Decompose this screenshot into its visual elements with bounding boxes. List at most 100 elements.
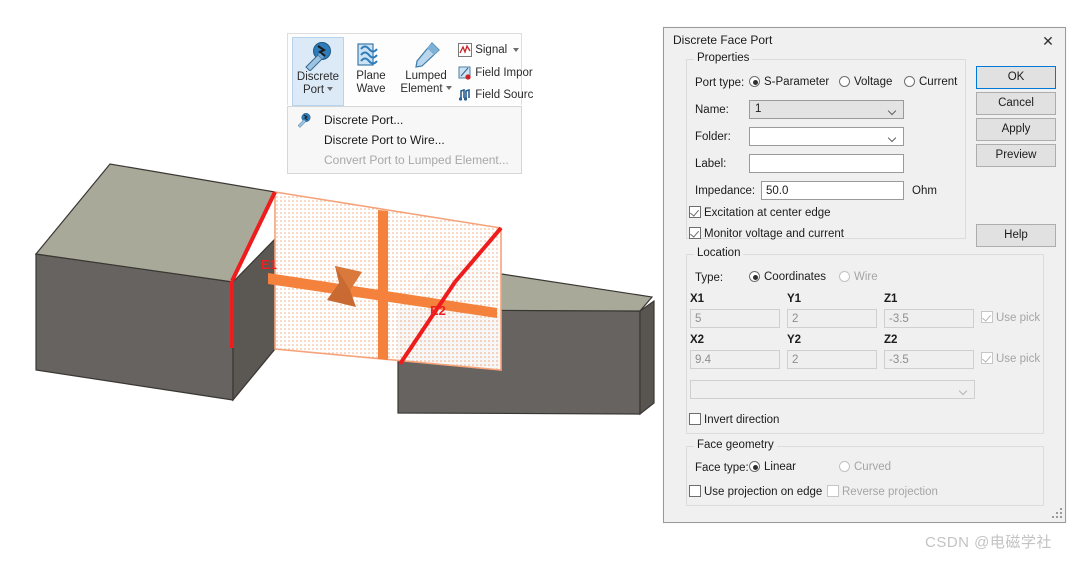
radio-s-parameter[interactable]: S-Parameter (749, 76, 829, 88)
resize-grip-icon[interactable] (1050, 507, 1063, 520)
radio-dot-icon (749, 461, 760, 472)
radio-label-linear: Linear (764, 461, 796, 473)
coord-input-x2[interactable]: 9.4 (690, 350, 780, 369)
coord-header-y1: Y1 (787, 293, 802, 305)
menu-label-discrete-port-to-wire: Discrete Port to Wire... (324, 133, 445, 147)
ribbon-button-discrete-port[interactable]: Discrete Port (292, 37, 344, 106)
cancel-button[interactable]: Cancel (976, 92, 1056, 115)
menu-item-convert-port-to-lumped-element: Convert Port to Lumped Element... (288, 150, 521, 170)
checkbox-use-pick-1: Use pick (981, 311, 1040, 324)
location-group-title: Location (694, 247, 744, 259)
radio-dot-icon (749, 271, 760, 282)
checkbox-box-icon (827, 485, 839, 497)
coord-input-z2[interactable]: -3.5 (884, 350, 974, 369)
radio-label-current: Current (919, 76, 958, 88)
label-label: Label: (695, 158, 727, 170)
help-button[interactable]: Help (976, 224, 1056, 247)
radio-wire: Wire (839, 271, 878, 283)
face-geometry-group-title: Face geometry (694, 439, 777, 451)
discrete-port-face (268, 191, 502, 371)
lumped-element-icon (415, 42, 440, 68)
radio-dot-icon (749, 76, 760, 87)
app-root: E1 E2 Discrete Port Plane Wave Lumped El… (0, 0, 1080, 561)
close-icon[interactable]: ✕ (1035, 31, 1061, 51)
port-type-label: Port type: (695, 77, 745, 89)
checkbox-label-invert-direction: Invert direction (704, 414, 780, 426)
radio-dot-icon (839, 461, 850, 472)
checkbox-monitor-voltage-and-current[interactable]: Monitor voltage and current (689, 227, 844, 240)
folder-combo[interactable] (749, 127, 904, 146)
ribbon-item-field-source[interactable]: Field Sourc (458, 88, 533, 102)
edge-label-e1: E1 (261, 257, 277, 272)
checkbox-box-icon (981, 311, 993, 323)
checkbox-label-excitation: Excitation at center edge (704, 207, 831, 219)
solid-box-left (34, 163, 276, 402)
dialog-title: Discrete Face Port (673, 33, 773, 47)
coord-header-z2: Z2 (884, 334, 898, 346)
name-label: Name: (695, 104, 729, 116)
ribbon-label-plane-wave-line1: Plane (356, 70, 386, 82)
checkbox-label-use-pick-1: Use pick (996, 312, 1041, 324)
signal-icon (458, 43, 472, 57)
apply-button[interactable]: Apply (976, 118, 1056, 141)
discrete-port-dropdown-menu: Discrete Port... Discrete Port to Wire..… (287, 106, 522, 174)
coord-header-x1: X1 (690, 293, 705, 305)
radio-label-s-parameter: S-Parameter (764, 76, 830, 88)
checkbox-use-projection-on-edge[interactable]: Use projection on edge (689, 485, 822, 498)
name-combo[interactable]: 1 (749, 100, 904, 119)
ribbon-label-field-source: Field Sourc (475, 89, 534, 101)
ribbon-label-discrete-port-line2: Port (302, 83, 325, 96)
name-value: 1 (755, 103, 762, 115)
menu-item-discrete-port[interactable]: Discrete Port... (288, 110, 521, 130)
discrete-face-port-dialog: Discrete Face Port ✕ Properties Port typ… (663, 27, 1066, 523)
discrete-port-icon (305, 42, 331, 71)
chevron-down-icon (889, 135, 896, 139)
impedance-label: Impedance: (695, 185, 756, 197)
checkbox-use-pick-2: Use pick (981, 352, 1040, 365)
location-extra-combo[interactable] (690, 380, 975, 399)
menu-label-convert-port: Convert Port to Lumped Element... (324, 153, 509, 167)
field-import-icon (458, 66, 471, 80)
ok-button[interactable]: OK (976, 66, 1056, 89)
coord-input-x1[interactable]: 5 (690, 309, 780, 328)
dialog-titlebar[interactable]: Discrete Face Port ✕ (664, 28, 1065, 54)
coord-input-z1[interactable]: -3.5 (884, 309, 974, 328)
coord-header-y2: Y2 (787, 334, 802, 346)
ribbon-button-plane-wave[interactable]: Plane Wave (348, 37, 394, 104)
radio-coordinates[interactable]: Coordinates (749, 271, 826, 283)
ribbon-label-discrete-port-line1: Discrete (296, 71, 340, 83)
folder-label: Folder: (695, 131, 731, 143)
radio-voltage[interactable]: Voltage (839, 76, 892, 88)
checkbox-invert-direction[interactable]: Invert direction (689, 413, 779, 426)
ribbon-item-field-import[interactable]: Field Impor (458, 66, 533, 80)
chevron-down-icon (889, 108, 896, 112)
radio-current[interactable]: Current (904, 76, 957, 88)
face-type-label: Face type: (695, 462, 749, 474)
coord-input-y2[interactable]: 2 (787, 350, 877, 369)
plane-wave-icon (357, 43, 378, 66)
watermark: CSDN @电磁学社 (925, 534, 1052, 551)
radio-linear[interactable]: Linear (749, 461, 796, 473)
menu-item-discrete-port-to-wire[interactable]: Discrete Port to Wire... (288, 130, 521, 150)
checkbox-label-use-pick-2: Use pick (996, 353, 1041, 365)
chevron-down-icon[interactable] (513, 48, 520, 52)
chevron-down-icon[interactable] (445, 86, 452, 91)
checkbox-excitation-at-center-edge[interactable]: Excitation at center edge (689, 206, 831, 219)
preview-button[interactable]: Preview (976, 144, 1056, 167)
ribbon-label-field-import: Field Impor (475, 67, 533, 79)
impedance-input[interactable]: 50.0 (761, 181, 904, 200)
ribbon-label-signal: Signal (475, 44, 508, 56)
field-source-icon (458, 88, 470, 101)
label-input[interactable] (749, 154, 904, 173)
coord-input-y1[interactable]: 2 (787, 309, 877, 328)
impedance-unit: Ohm (912, 185, 937, 197)
checkbox-label-monitor: Monitor voltage and current (704, 228, 844, 240)
radio-label-coordinates: Coordinates (764, 271, 827, 283)
checkbox-label-reverse-projection: Reverse projection (842, 486, 938, 498)
ribbon-button-lumped-element[interactable]: Lumped Element (398, 37, 454, 104)
chevron-down-icon[interactable] (327, 87, 334, 92)
location-type-label: Type: (695, 272, 724, 284)
coord-header-x2: X2 (690, 334, 705, 346)
ribbon-item-signal[interactable]: Signal (458, 43, 520, 57)
radio-label-wire: Wire (854, 271, 878, 283)
